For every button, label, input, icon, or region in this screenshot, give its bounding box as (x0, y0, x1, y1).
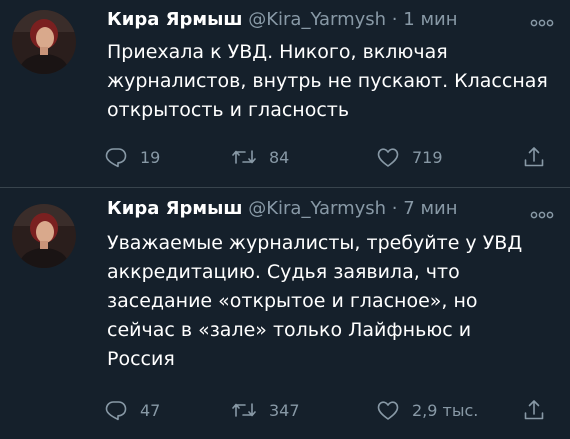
retweet-button[interactable]: 347 (231, 395, 300, 425)
retweet-icon (231, 398, 257, 422)
retweet-button[interactable]: 84 (231, 142, 289, 172)
author-name[interactable]: Кира Ярмыш (107, 198, 242, 219)
separator-dot: · (391, 198, 398, 219)
author-handle[interactable]: @Kira_Yarmysh (248, 9, 386, 30)
retweet-count: 347 (269, 400, 300, 420)
tweet-text: Приехала к УВД. Никого, включая журналис… (107, 41, 548, 121)
tweet[interactable]: Кира Ярмыш @Kira_Yarmysh · 7 мин Уважаем… (0, 188, 570, 439)
more-icon[interactable] (530, 14, 554, 27)
reply-button[interactable]: 19 (104, 142, 160, 172)
like-count: 2,9 тыс. (412, 400, 479, 420)
tweet-time[interactable]: 1 мин (403, 9, 457, 30)
avatar[interactable] (12, 10, 76, 74)
share-button[interactable] (522, 395, 546, 425)
separator-dot: · (391, 9, 398, 30)
tweet-actions: 19 84 719 (100, 142, 560, 172)
share-button[interactable] (522, 142, 546, 172)
reply-button[interactable]: 47 (104, 395, 160, 425)
reply-count: 47 (140, 400, 161, 420)
author-name[interactable]: Кира Ярмыш (107, 9, 242, 30)
tweet-header: Кира Ярмыш @Kira_Yarmysh · 1 мин (107, 8, 458, 32)
like-icon (376, 398, 400, 422)
tweet-text: Уважаемые журналисты, требуйте у УВД акк… (107, 232, 523, 370)
reply-icon (104, 398, 128, 422)
tweet[interactable]: Кира Ярмыш @Kira_Yarmysh · 1 мин Приехал… (0, 0, 570, 187)
share-icon (522, 398, 546, 422)
like-count: 719 (412, 147, 443, 167)
like-button[interactable]: 719 (376, 142, 443, 172)
reply-count: 19 (140, 147, 161, 167)
tweet-header: Кира Ярмыш @Kira_Yarmysh · 7 мин (107, 197, 458, 221)
avatar[interactable] (12, 204, 76, 268)
author-handle[interactable]: @Kira_Yarmysh (248, 198, 386, 219)
share-icon (522, 145, 546, 169)
retweet-icon (231, 145, 257, 169)
like-icon (376, 145, 400, 169)
like-button[interactable]: 2,9 тыс. (376, 395, 478, 425)
retweet-count: 84 (269, 147, 290, 167)
tweet-actions: 47 347 2,9 тыс. (100, 395, 560, 425)
reply-icon (104, 145, 128, 169)
tweet-time[interactable]: 7 мин (403, 198, 457, 219)
more-icon[interactable] (530, 206, 554, 219)
